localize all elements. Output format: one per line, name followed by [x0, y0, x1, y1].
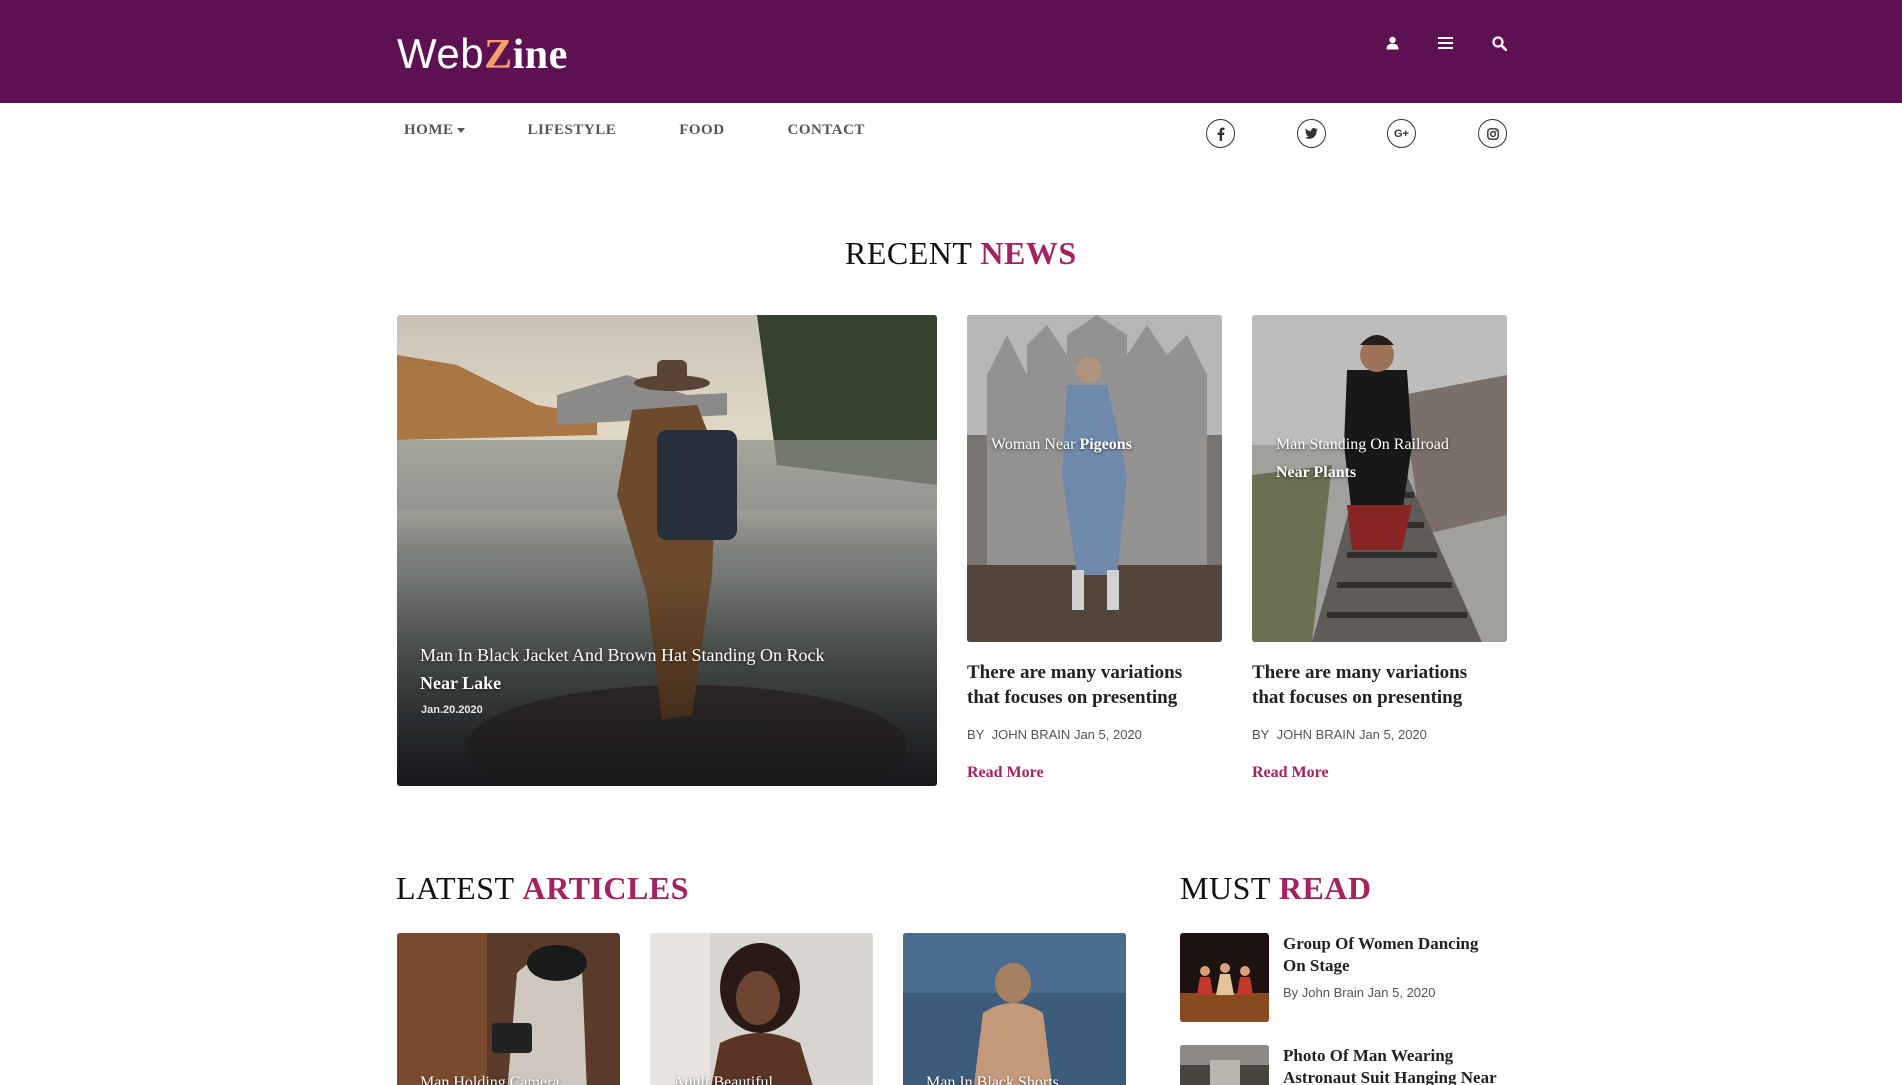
news-card-title-1-line1: There are many variations — [967, 662, 1183, 683]
latest-articles-heading-accent: ARTICLES — [522, 870, 689, 906]
news-card-title-2-line1: There are many variations — [1252, 662, 1468, 683]
top-header: WebZine — [0, 0, 1902, 103]
must-read-title-2-line2: Astronaut Suit Hanging Near — [1283, 1068, 1497, 1085]
must-read-heading: MUST READ — [1180, 870, 1372, 907]
nav-item-contact[interactable]: CONTACT — [788, 122, 865, 142]
news-card-date-2: Jan 5, 2020 — [1358, 727, 1427, 742]
must-read-meta-1: By John Brain Jan 5, 2020 — [1283, 985, 1436, 1000]
featured-news-image[interactable]: Man In Black Jacket And Brown Hat Standi… — [397, 315, 937, 786]
article-card-overlay-camera: Man Holding Camera — [420, 1074, 560, 1085]
nav-item-food[interactable]: FOOD — [679, 122, 724, 142]
news-card-overlay-railroad-line2: Near Plants — [1276, 464, 1357, 481]
news-card-image-railroad[interactable]: Man Standing On Railroad Near Plants — [1252, 315, 1507, 642]
featured-news-date: Jan.20.2020 — [421, 704, 483, 716]
news-card-overlay-railroad: Man Standing On Railroad Near Plants — [1276, 431, 1491, 487]
twitter-icon[interactable] — [1297, 119, 1326, 148]
featured-news-title[interactable]: Man In Black Jacket And Brown Hat Standi… — [420, 641, 920, 697]
search-icon[interactable] — [1486, 30, 1512, 56]
must-read-title-1-line1: Group Of Women Dancing — [1283, 934, 1479, 953]
news-card-title-2-line2: that focuses on presenting — [1252, 687, 1463, 708]
recent-news-heading: RECENT NEWS — [845, 235, 1077, 272]
must-read-thumb-dancing[interactable] — [1180, 933, 1269, 1022]
logo-text-ine: ine — [512, 32, 568, 78]
news-card-title-1[interactable]: There are many variations that focuses o… — [967, 660, 1227, 710]
news-card-overlay-pigeons-bold: Pigeons — [1079, 436, 1132, 453]
google-plus-icon[interactable]: G+ — [1387, 119, 1416, 148]
article-card-overlay-shorts: Man In Black Shorts — [926, 1074, 1059, 1085]
nav-item-lifestyle[interactable]: LIFESTYLE — [528, 122, 617, 142]
logo-text-z: Z — [484, 32, 513, 78]
news-card-image-pigeons[interactable]: Woman Near Pigeons — [967, 315, 1222, 642]
must-read-title-2-line1: Photo Of Man Wearing — [1283, 1046, 1454, 1065]
featured-news-title-line1: Man In Black Jacket And Brown Hat Standi… — [420, 645, 825, 665]
news-card-author-2[interactable]: JOHN BRAIN — [1277, 727, 1356, 742]
main-nav: HOME LIFESTYLE FOOD CONTACT — [404, 122, 928, 142]
article-card-image-camera[interactable]: Man Holding Camera — [397, 933, 620, 1085]
nav-home-label: HOME — [404, 122, 454, 138]
must-read-heading-accent: READ — [1278, 870, 1372, 906]
must-read-title-1[interactable]: Group Of Women Dancing On Stage — [1283, 933, 1513, 977]
article-card-image-shorts[interactable]: Man In Black Shorts — [903, 933, 1126, 1085]
article-card-image-adult[interactable]: Adult Beautiful — [650, 933, 873, 1085]
news-card-by-2: BY — [1252, 727, 1270, 742]
menu-icon[interactable] — [1432, 30, 1458, 56]
featured-news-title-line2: Near Lake — [420, 673, 502, 693]
news-card-overlay-railroad-line1: Man Standing On Railroad — [1276, 436, 1449, 453]
instagram-icon[interactable] — [1478, 119, 1507, 148]
article-card-overlay-adult: Adult Beautiful — [673, 1074, 773, 1085]
latest-articles-heading-plain: LATEST — [396, 870, 514, 906]
nav-item-home[interactable]: HOME — [404, 122, 465, 142]
google-plus-glyph: G+ — [1394, 127, 1409, 140]
site-logo[interactable]: WebZine — [397, 30, 568, 79]
user-icon[interactable] — [1379, 30, 1405, 56]
recent-news-heading-accent: NEWS — [980, 235, 1077, 271]
read-more-link-2[interactable]: Read More — [1252, 764, 1329, 782]
must-read-thumb-astronaut[interactable] — [1180, 1045, 1269, 1085]
news-card-date-1: Jan 5, 2020 — [1073, 727, 1142, 742]
news-card-meta-2: BY JOHN BRAIN Jan 5, 2020 — [1252, 727, 1427, 742]
must-read-title-2[interactable]: Photo Of Man Wearing Astronaut Suit Hang… — [1283, 1045, 1513, 1085]
chevron-down-icon — [456, 128, 465, 134]
latest-articles-heading: LATEST ARTICLES — [396, 870, 689, 907]
news-card-meta-1: BY JOHN BRAIN Jan 5, 2020 — [967, 727, 1142, 742]
recent-news-heading-plain: RECENT — [845, 235, 972, 271]
news-card-title-1-line2: that focuses on presenting — [967, 687, 1178, 708]
logo-text-web: Web — [397, 30, 485, 77]
facebook-icon[interactable] — [1206, 119, 1235, 148]
news-card-by-1: BY — [967, 727, 985, 742]
news-card-author-1[interactable]: JOHN BRAIN — [992, 727, 1071, 742]
must-read-heading-plain: MUST — [1180, 870, 1271, 906]
news-card-title-2[interactable]: There are many variations that focuses o… — [1252, 660, 1512, 710]
news-card-overlay-pigeons: Woman Near Pigeons — [991, 431, 1206, 459]
read-more-link-1[interactable]: Read More — [967, 764, 1044, 782]
news-card-overlay-pigeons-plain: Woman Near — [991, 436, 1080, 453]
must-read-title-1-line2: On Stage — [1283, 956, 1350, 975]
